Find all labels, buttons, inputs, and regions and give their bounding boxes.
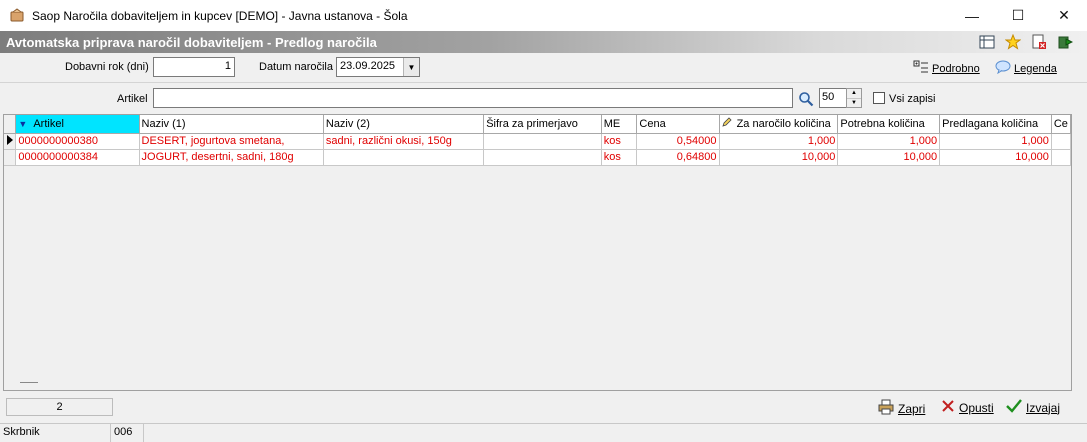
cell-sifra[interactable] — [483, 133, 602, 150]
maximize-button[interactable]: ☐ — [995, 0, 1041, 31]
proposal-grid: ▼ Artikel Naziv (1) Naziv (2) Šifra za pr… — [3, 114, 1072, 391]
app-icon — [8, 7, 26, 25]
column-header-naziv1[interactable]: Naziv (1) — [139, 115, 324, 134]
current-row-arrow-icon — [4, 133, 17, 150]
cell-potrebna[interactable]: 1,000 — [837, 133, 941, 150]
cell-naziv1[interactable]: JOGURT, desertni, sadni, 180g — [139, 149, 324, 166]
status-user: Skrbnik — [0, 424, 111, 442]
artikel-search-input[interactable] — [153, 88, 793, 108]
column-header-sifra[interactable]: Šifra za primerjavo — [483, 115, 602, 134]
delete-doc-icon[interactable] — [1029, 33, 1049, 51]
cell-me[interactable]: kos — [601, 133, 638, 150]
column-header-potrebna[interactable]: Potrebna količina — [837, 115, 941, 134]
cell-cena[interactable]: 0,54000 — [636, 133, 720, 150]
exit-icon[interactable] — [1055, 33, 1075, 51]
cell-potrebna[interactable]: 10,000 — [837, 149, 941, 166]
cell-za-narocilo[interactable]: 1,000 — [719, 133, 839, 150]
vsi-zapisi-label: Vsi zapisi — [889, 93, 936, 105]
record-count: 2 — [6, 398, 113, 416]
window-title: Saop Naročila dobaviteljem in kupcev [DE… — [32, 8, 408, 23]
columns-icon[interactable] — [977, 33, 997, 51]
datum-narocila-value: 23.09.2025 — [340, 60, 396, 72]
spin-down-icon[interactable]: ▼ — [847, 99, 861, 108]
cell-artikel[interactable]: 0000000000384 — [15, 149, 140, 166]
cell-predlagana[interactable]: 10,000 — [939, 149, 1052, 166]
date-dropdown-icon[interactable]: ▼ — [403, 58, 419, 76]
favorite-star-icon[interactable] — [1003, 33, 1023, 51]
print-icon — [878, 399, 894, 418]
cell-predlagana[interactable]: 1,000 — [939, 133, 1052, 150]
search-row: Artikel 50 ▲ ▼ Vsi zapisi — [0, 84, 1087, 112]
scroll-grip[interactable] — [20, 382, 38, 383]
window-titlebar: Saop Naročila dobaviteljem in kupcev [DE… — [0, 0, 1087, 31]
podrobno-button[interactable]: Podrobno — [913, 60, 980, 77]
status-code: 006 — [111, 424, 144, 442]
izvajaj-label: Izvajaj — [1026, 400, 1061, 415]
cell-cena[interactable]: 0,64800 — [636, 149, 720, 166]
checkmark-icon — [1006, 399, 1022, 416]
column-header-artikel[interactable]: ▼ Artikel — [15, 115, 140, 134]
minimize-button[interactable]: — — [949, 0, 995, 31]
form-title: Avtomatska priprava naročil dobaviteljem… — [6, 34, 377, 50]
column-header-naziv2[interactable]: Naziv (2) — [323, 115, 485, 134]
dobavni-rok-label: Dobavni rok (dni) — [65, 61, 149, 73]
podrobno-label: Podrobno — [932, 62, 980, 75]
dobavni-rok-input[interactable]: 1 — [153, 57, 235, 77]
cell-za-narocilo[interactable]: 10,000 — [719, 149, 839, 166]
cell-naziv2[interactable]: sadni, različni okusi, 150g — [323, 133, 485, 150]
opusti-label: Opusti — [959, 400, 994, 415]
table-row[interactable]: 0000000000380 DESERT, jogurtova smetana,… — [4, 133, 1071, 150]
cell-ce[interactable] — [1051, 149, 1071, 166]
filter-row: Dobavni rok (dni) 1 Datum naročila 23.09… — [0, 53, 1087, 83]
vsi-zapisi-checkbox[interactable] — [873, 92, 885, 104]
sort-desc-icon: ▼ — [18, 118, 28, 129]
zapri-button[interactable]: Zapri — [878, 399, 925, 418]
vertical-scrollbar[interactable] — [1072, 114, 1087, 391]
cell-naziv2[interactable] — [323, 149, 485, 166]
zapri-label: Zapri — [898, 401, 926, 416]
status-bar: Skrbnik 006 — [0, 423, 1087, 442]
details-icon — [913, 60, 929, 77]
pencil-icon — [721, 117, 735, 130]
cancel-x-icon — [941, 399, 955, 416]
record-limit-spinner[interactable]: ▲ ▼ — [846, 88, 862, 108]
datum-narocila-label: Datum naročila — [259, 61, 333, 73]
cell-ce[interactable] — [1051, 133, 1071, 150]
artikel-label: Artikel — [117, 93, 148, 105]
column-header-za-narocilo[interactable]: Za naročilo količina — [719, 115, 839, 134]
column-header-ce[interactable]: Ce — [1051, 115, 1071, 134]
legenda-label: Legenda — [1014, 62, 1057, 75]
grid-header-row: ▼ Artikel Naziv (1) Naziv (2) Šifra za pr… — [4, 115, 1071, 134]
izvajaj-button[interactable]: Izvajaj — [1006, 399, 1060, 416]
record-limit-input[interactable]: 50 — [819, 88, 847, 108]
cell-me[interactable]: kos — [601, 149, 638, 166]
table-row[interactable]: 0000000000384 JOGURT, desertni, sadni, 1… — [4, 149, 1071, 166]
column-header-predlagana[interactable]: Predlagana količina — [939, 115, 1052, 134]
row-indicator — [4, 149, 17, 166]
cell-naziv1[interactable]: DESERT, jogurtova smetana, — [139, 133, 324, 150]
speech-bubble-icon — [995, 60, 1011, 77]
search-icon[interactable] — [798, 91, 814, 110]
opusti-button[interactable]: Opusti — [941, 399, 994, 416]
column-header-cena[interactable]: Cena — [636, 115, 720, 134]
cell-sifra[interactable] — [483, 149, 602, 166]
column-header-me[interactable]: ME — [601, 115, 638, 134]
close-button[interactable]: ✕ — [1041, 0, 1087, 31]
row-indicator-header — [4, 115, 17, 134]
legenda-button[interactable]: Legenda — [995, 60, 1057, 77]
form-caption: Avtomatska priprava naročil dobaviteljem… — [0, 31, 1087, 53]
cell-artikel[interactable]: 0000000000380 — [15, 133, 140, 150]
spin-up-icon[interactable]: ▲ — [847, 89, 861, 99]
